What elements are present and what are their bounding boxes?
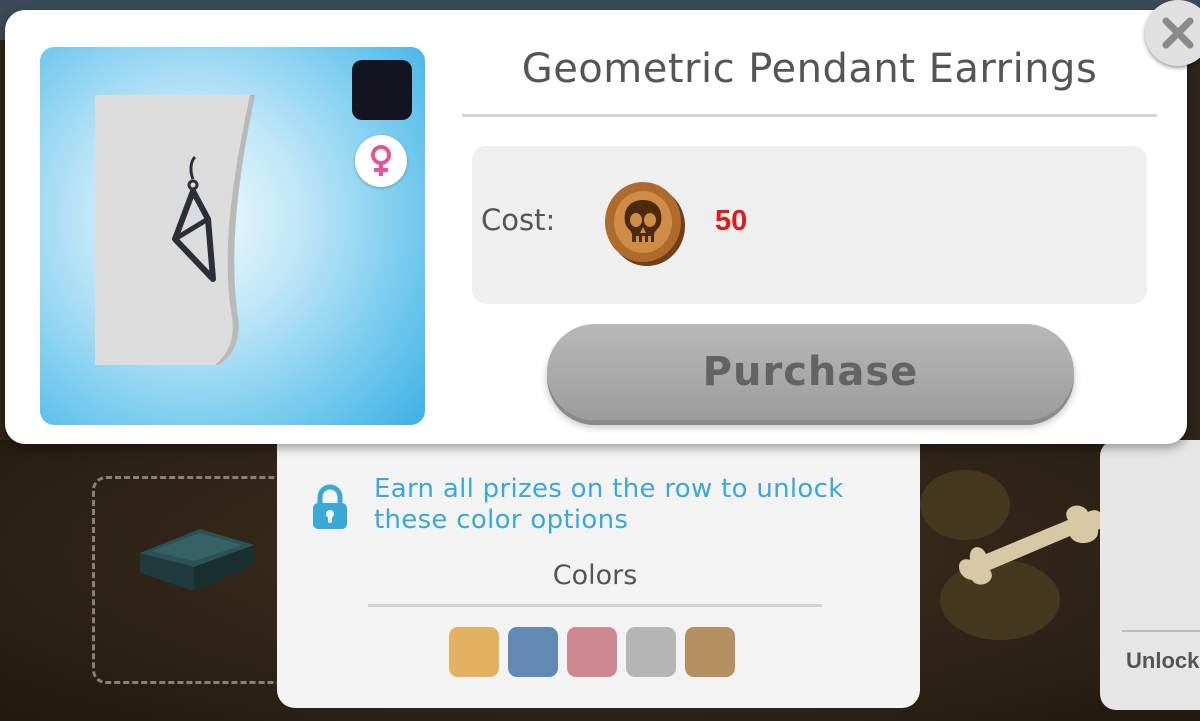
sofa-prize-icon	[140, 529, 254, 591]
item-title: Geometric Pendant Earrings	[521, 46, 1098, 92]
unlock-colors-message: Earn all prizes on the row to unlock the…	[374, 474, 844, 535]
cost-value: 50	[715, 205, 748, 237]
close-icon	[1162, 17, 1194, 49]
female-icon	[371, 145, 391, 176]
cost-box	[472, 146, 1147, 304]
color-swatches	[449, 627, 735, 677]
purchase-button-label: Purchase	[702, 349, 919, 395]
side-card-divider	[1122, 630, 1200, 632]
lock-icon	[313, 484, 347, 529]
color-swatch-gray[interactable]	[626, 627, 676, 677]
purchase-button[interactable]: Purchase	[547, 324, 1074, 420]
bone-prize-icon	[958, 505, 1104, 585]
title-divider	[462, 114, 1157, 117]
color-swatch-brown[interactable]	[685, 627, 735, 677]
colors-divider	[368, 604, 822, 607]
color-swatch-yellow[interactable]	[449, 627, 499, 677]
skull-coin-icon	[605, 182, 685, 266]
side-card-unlock-label: Unlock	[1126, 648, 1200, 673]
color-swatch-blue[interactable]	[508, 627, 558, 677]
item-purchase-modal: Geometric Pendant Earrings Cost: 50 Purc…	[5, 10, 1187, 444]
female-badge	[355, 135, 407, 187]
colors-title: Colors	[552, 560, 638, 591]
color-swatch-pink[interactable]	[567, 627, 617, 677]
cost-label: Cost:	[481, 203, 556, 237]
selected-color-chip	[352, 60, 412, 120]
